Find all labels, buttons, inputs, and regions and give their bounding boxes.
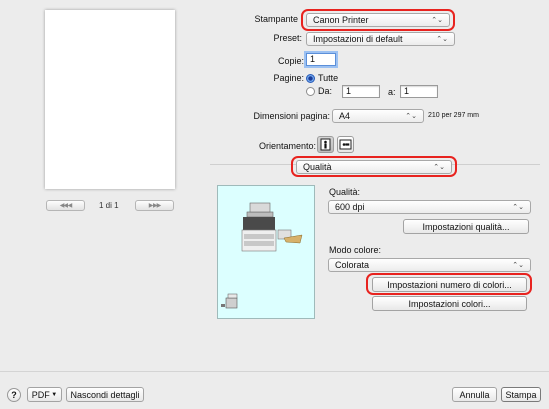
radio-unselected-icon bbox=[306, 86, 315, 96]
chevron-updown-icon: ⌃⌄ bbox=[512, 262, 524, 269]
pages-all-label: Tutte bbox=[318, 73, 339, 83]
orientation-label: Orientamento: bbox=[258, 141, 316, 151]
page-preview bbox=[45, 10, 175, 189]
chevron-updown-icon: ⌃⌄ bbox=[436, 36, 448, 43]
copies-label: Copie: bbox=[277, 56, 304, 66]
resolution-value: 600 dpi bbox=[335, 202, 365, 212]
first-prev-icon: ◀◀ ◀ bbox=[59, 203, 72, 209]
orientation-landscape-button[interactable] bbox=[337, 136, 354, 153]
next-last-icon: ▶ ▶▶ bbox=[148, 203, 161, 209]
pages-all-option[interactable]: Tutte bbox=[306, 73, 338, 83]
pages-range-option[interactable]: Da: bbox=[306, 86, 332, 96]
color-settings-button[interactable]: Impostazioni colori... bbox=[372, 296, 527, 311]
printer-value: Canon Printer bbox=[313, 15, 369, 25]
paper-size-label: Dimensioni pagina: bbox=[253, 111, 330, 121]
quality-settings-button[interactable]: Impostazioni qualità... bbox=[403, 219, 529, 234]
chevron-updown-icon: ⌃⌄ bbox=[433, 164, 445, 171]
hide-details-button[interactable]: Nascondi dettagli bbox=[66, 387, 144, 402]
chevron-updown-icon: ⌃⌄ bbox=[405, 113, 417, 120]
pdf-label: PDF bbox=[31, 389, 50, 400]
chevron-down-icon: ▼ bbox=[51, 391, 58, 398]
paper-dimensions: 210 per 297 mm bbox=[428, 112, 479, 119]
last-page-button[interactable]: ▶ ▶▶ bbox=[135, 200, 174, 211]
paper-size-value: A4 bbox=[339, 111, 351, 121]
panel-menu-value: Qualità bbox=[303, 162, 332, 172]
copies-input[interactable]: 1 bbox=[306, 53, 336, 66]
pages-label: Pagine: bbox=[273, 73, 304, 83]
panel-menu-popup[interactable]: Qualità ⌃⌄ bbox=[296, 160, 452, 174]
page-indicator: 1 di 1 bbox=[99, 201, 119, 210]
pages-to-input[interactable]: 1 bbox=[400, 85, 438, 98]
portrait-person-icon bbox=[320, 138, 331, 151]
quality-label: Qualità: bbox=[329, 187, 361, 197]
preset-value: Impostazioni di default bbox=[313, 34, 403, 44]
chevron-updown-icon: ⌃⌄ bbox=[431, 17, 443, 24]
landscape-person-icon bbox=[339, 139, 352, 150]
printer-preview-panel bbox=[217, 185, 315, 319]
preset-label: Preset: bbox=[273, 33, 302, 43]
pdf-menu-button[interactable]: PDF ▼ bbox=[27, 387, 62, 402]
footer-separator bbox=[0, 371, 549, 372]
radio-selected-icon bbox=[306, 73, 315, 83]
printer-popup[interactable]: Canon Printer ⌃⌄ bbox=[306, 13, 450, 27]
color-mode-label: Modo colore: bbox=[329, 245, 382, 255]
pages-to-label: a: bbox=[388, 87, 396, 97]
color-mode-popup[interactable]: Colorata ⌃⌄ bbox=[328, 258, 531, 272]
preset-popup[interactable]: Impostazioni di default ⌃⌄ bbox=[306, 32, 455, 46]
pages-from-input[interactable]: 1 bbox=[342, 85, 380, 98]
num-colors-settings-button[interactable]: Impostazioni numero di colori... bbox=[372, 277, 527, 292]
resolution-popup[interactable]: 600 dpi ⌃⌄ bbox=[328, 200, 531, 214]
color-mode-value: Colorata bbox=[335, 260, 370, 270]
pages-from-label: Da: bbox=[318, 86, 333, 96]
cancel-button[interactable]: Annulla bbox=[452, 387, 497, 402]
orientation-portrait-button[interactable] bbox=[317, 136, 334, 153]
printer-illustration-icon bbox=[221, 202, 303, 309]
print-button[interactable]: Stampa bbox=[501, 387, 541, 402]
paper-size-popup[interactable]: A4 ⌃⌄ bbox=[332, 109, 424, 123]
printer-label: Stampante bbox=[254, 14, 298, 24]
chevron-updown-icon: ⌃⌄ bbox=[512, 204, 524, 211]
first-page-button[interactable]: ◀◀ ◀ bbox=[46, 200, 85, 211]
help-button[interactable]: ? bbox=[7, 388, 21, 402]
